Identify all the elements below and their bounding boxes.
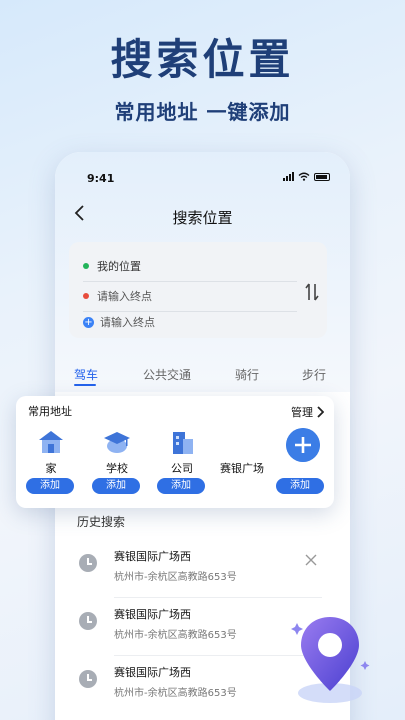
- favorite-home: 家 添加: [26, 428, 76, 498]
- status-time: 9:41: [87, 172, 115, 185]
- route-panel: 我的位置 请输入终点 + 请输入终点: [69, 242, 327, 338]
- wifi-icon: [298, 172, 310, 181]
- favorite-add: 添加: [276, 428, 326, 498]
- add-office-button[interactable]: 添加: [157, 478, 205, 494]
- add-custom-button[interactable]: 添加: [276, 478, 324, 494]
- swap-icon[interactable]: [305, 282, 319, 302]
- favorite-custom-label: 赛银广场: [220, 462, 264, 475]
- tab-walk[interactable]: 步行: [302, 366, 326, 383]
- origin-dot-icon: [83, 263, 89, 269]
- add-waypoint-icon[interactable]: +: [83, 316, 94, 328]
- favorite-school: 学校 添加: [92, 428, 142, 498]
- history-name: 赛银国际广场西: [114, 608, 191, 621]
- home-icon: [39, 431, 63, 453]
- origin-field[interactable]: 我的位置: [83, 258, 297, 282]
- plus-icon[interactable]: [286, 428, 320, 462]
- signal-icon: [283, 172, 294, 181]
- history-name: 赛银国际广场西: [114, 550, 191, 563]
- favorite-office: 公司 添加: [157, 428, 207, 498]
- hero-subtitle: 常用地址 一键添加: [114, 100, 291, 124]
- clock-icon: [79, 554, 97, 572]
- clock-icon: [79, 670, 97, 688]
- active-tab-indicator: [74, 384, 96, 386]
- favorites-title: 常用地址: [28, 405, 72, 418]
- add-waypoint-field[interactable]: + 请输入终点: [83, 314, 297, 330]
- history-name: 赛银国际广场西: [114, 666, 191, 679]
- destination-dot-icon: [83, 293, 89, 299]
- add-home-button[interactable]: 添加: [26, 478, 74, 494]
- favorite-school-label: 学校: [106, 462, 128, 475]
- tab-transit[interactable]: 公共交通: [143, 366, 191, 383]
- tab-bike[interactable]: 骑行: [235, 366, 259, 383]
- history-item[interactable]: 赛银国际广场西 杭州市-余杭区高教路653号: [77, 540, 322, 598]
- history-address: 杭州市-余杭区高教路653号: [114, 572, 237, 583]
- favorites-card: 常用地址 管理 家 添加 学校 添加 公司 添加 赛银广场 添加: [16, 396, 334, 508]
- office-icon: [173, 432, 193, 454]
- clock-icon: [79, 612, 97, 630]
- school-icon: [104, 432, 130, 453]
- favorite-home-label: 家: [45, 462, 57, 475]
- page-title: 搜索位置: [172, 209, 233, 227]
- manage-label: 管理: [291, 406, 313, 419]
- history-address: 杭州市-余杭区高教路653号: [114, 630, 237, 641]
- destination-placeholder: 请输入终点: [97, 290, 152, 303]
- hero-title: 搜索位置: [110, 35, 295, 84]
- location-pin-icon: [291, 617, 370, 703]
- battery-icon: [314, 172, 330, 181]
- favorite-office-label: 公司: [171, 462, 193, 475]
- waypoint-placeholder: 请输入终点: [100, 316, 155, 329]
- history-address: 杭州市-余杭区高教路653号: [114, 688, 237, 699]
- chevron-right-icon: [317, 406, 324, 418]
- tab-drive[interactable]: 驾车: [74, 366, 98, 383]
- history-title: 历史搜索: [77, 515, 126, 529]
- add-school-button[interactable]: 添加: [92, 478, 140, 494]
- manage-button[interactable]: 管理: [291, 404, 324, 420]
- status-icons: [283, 172, 330, 181]
- travel-mode-tabs: 驾车 公共交通 骑行 步行: [55, 366, 350, 388]
- destination-field[interactable]: 请输入终点: [83, 288, 297, 312]
- close-icon[interactable]: [305, 554, 317, 566]
- origin-label: 我的位置: [97, 260, 141, 273]
